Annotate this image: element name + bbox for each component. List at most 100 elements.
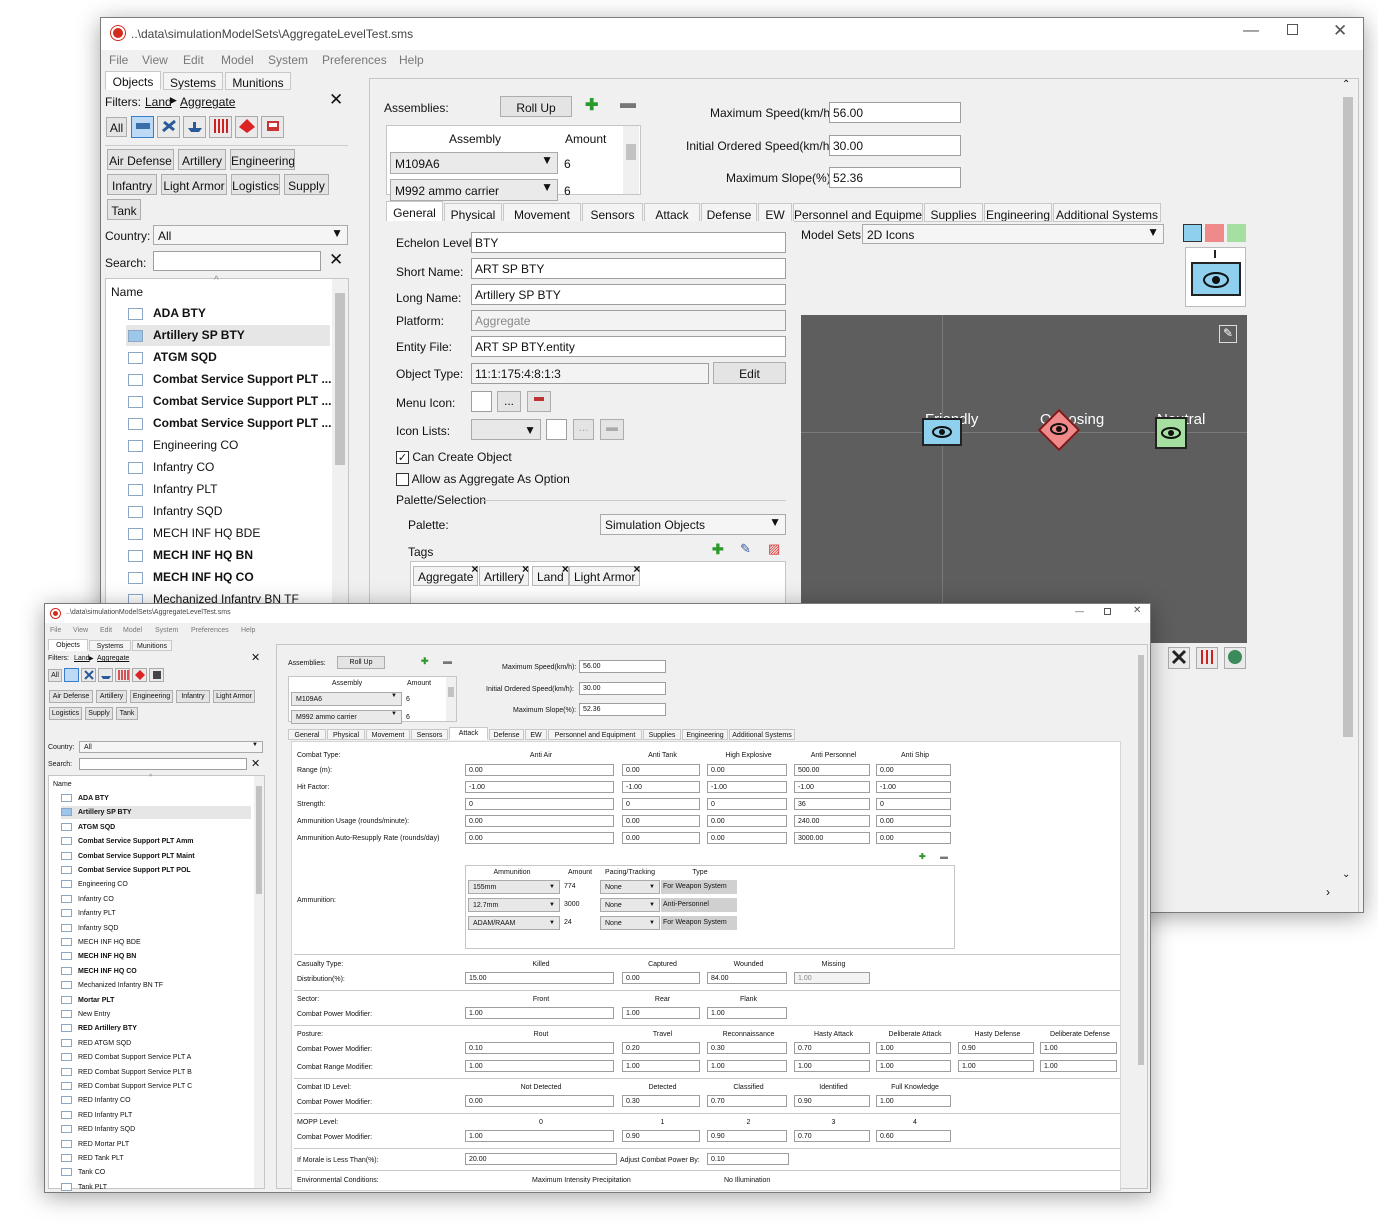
tag-chip[interactable]: Light Armor × xyxy=(569,562,641,586)
maximize-icon[interactable] xyxy=(1287,24,1298,35)
posture-power-field[interactable]: 0.20 xyxy=(622,1042,700,1054)
tools-icon[interactable] xyxy=(1168,647,1190,669)
list-item[interactable]: Tank CO xyxy=(61,1166,251,1179)
max-slope-field[interactable]: 52.36 xyxy=(579,703,666,716)
list-item[interactable]: RED Mortar PLT xyxy=(61,1138,251,1151)
distribution-field[interactable]: 0.00 xyxy=(622,972,700,984)
menu-file[interactable]: File xyxy=(50,627,61,634)
posture-power-field[interactable]: 0.90 xyxy=(958,1042,1034,1054)
crumb-aggregate[interactable]: Aggregate xyxy=(180,95,235,109)
combat-id-field[interactable]: 0.00 xyxy=(465,1095,614,1107)
list-item[interactable]: RED Combat Support Service PLT B xyxy=(61,1066,251,1079)
menu-system[interactable]: System xyxy=(155,627,178,634)
posture-range-field[interactable]: 1.00 xyxy=(794,1060,870,1072)
remove-ammunition-icon[interactable]: ▬ xyxy=(940,852,948,861)
list-item[interactable]: MECH INF HQ BDE xyxy=(126,523,330,544)
tab-movement[interactable]: Movement xyxy=(503,203,581,222)
short-name-field[interactable]: ART SP BTY xyxy=(471,258,786,279)
list-item[interactable]: Tank PLT xyxy=(61,1181,251,1192)
tab-general[interactable]: General xyxy=(288,729,326,740)
long-name-field[interactable]: Artillery SP BTY xyxy=(471,284,786,305)
list-item[interactable]: ADA BTY xyxy=(126,303,330,324)
assembly-row-select[interactable]: M992 ammo carrier ▼ xyxy=(390,179,558,201)
mopp-field[interactable]: 0.90 xyxy=(622,1130,700,1142)
tab-sensors[interactable]: Sensors xyxy=(582,203,643,222)
category-tank[interactable]: Tank xyxy=(107,199,141,220)
attack-value-field[interactable]: 36 xyxy=(794,798,870,810)
category-light-armor[interactable]: Light Armor xyxy=(161,174,227,195)
category-supply[interactable]: Supply xyxy=(284,174,329,195)
distribution-field[interactable]: 84.00 xyxy=(707,972,787,984)
initial-speed-field[interactable]: 30.00 xyxy=(829,135,961,156)
posture-power-field[interactable]: 0.30 xyxy=(707,1042,787,1054)
tab-engineering[interactable]: Engineering xyxy=(682,729,728,740)
menu-view[interactable]: View xyxy=(73,627,88,634)
attack-value-field[interactable]: -1.00 xyxy=(707,781,787,793)
attack-value-field[interactable]: 0.00 xyxy=(707,815,787,827)
category-infantry[interactable]: Infantry xyxy=(107,174,157,195)
category-logistics[interactable]: Logistics xyxy=(49,707,82,720)
attack-value-field[interactable]: 0.00 xyxy=(876,832,951,844)
icon-lists-select[interactable]: ▼ xyxy=(471,419,541,440)
attack-value-field[interactable]: 0.00 xyxy=(707,764,787,776)
menu-file[interactable]: File xyxy=(109,53,128,67)
list-item[interactable]: Infantry SQD xyxy=(61,922,251,935)
hazard-filter-icon[interactable] xyxy=(235,116,258,138)
equalizer-filter-icon[interactable] xyxy=(209,116,232,138)
list-item[interactable]: Engineering CO xyxy=(61,878,251,891)
menu-system[interactable]: System xyxy=(268,53,308,67)
list-item[interactable]: Combat Service Support PLT ... xyxy=(126,391,331,412)
air-filter-icon[interactable] xyxy=(157,116,180,138)
tab-physical[interactable]: Physical xyxy=(444,203,502,222)
units-icon[interactable] xyxy=(1196,647,1218,669)
scroll-up-icon[interactable]: ⌃ xyxy=(1342,79,1350,90)
combat-id-field[interactable]: 1.00 xyxy=(876,1095,951,1107)
add-ammunition-icon[interactable]: ✚ xyxy=(919,852,926,861)
can-create-checkbox[interactable]: ✓ xyxy=(396,451,409,465)
remove-tag-icon[interactable]: × xyxy=(471,562,478,576)
menu-model[interactable]: Model xyxy=(123,627,142,634)
roll-up-button[interactable]: Roll Up xyxy=(337,656,385,669)
adjust-power-field[interactable]: 0.10 xyxy=(707,1153,789,1165)
morale-field[interactable]: 20.00 xyxy=(465,1153,617,1165)
list-item[interactable]: Combat Service Support PLT Maint xyxy=(61,850,251,863)
category-engineering[interactable]: Engineering xyxy=(230,149,295,170)
search-input[interactable] xyxy=(153,251,321,271)
friendly-color-swatch[interactable] xyxy=(1183,224,1202,242)
filter-all-button[interactable]: All xyxy=(106,117,127,137)
list-item[interactable]: RED Infantry CO xyxy=(61,1094,251,1107)
tab-attack[interactable]: Attack xyxy=(644,203,700,222)
tab-ew[interactable]: EW xyxy=(525,729,547,740)
sector-modifier-field[interactable]: 1.00 xyxy=(707,1007,787,1019)
assembly-row-select[interactable]: M109A6 ▼ xyxy=(291,692,402,706)
posture-power-field[interactable]: 1.00 xyxy=(1040,1042,1117,1054)
list-item[interactable]: MECH INF HQ BDE xyxy=(61,936,251,949)
list-item[interactable]: Combat Service Support PLT ... xyxy=(126,369,331,390)
mopp-field[interactable]: 0.70 xyxy=(794,1130,870,1142)
list-item[interactable]: Mechanized Infantry BN TF xyxy=(61,979,251,992)
clear-search-icon[interactable]: ✕ xyxy=(251,757,260,770)
tab-defense[interactable]: Defense xyxy=(489,729,524,740)
category-light-armor[interactable]: Light Armor xyxy=(213,690,255,703)
attack-value-field[interactable]: 240.00 xyxy=(794,815,870,827)
attack-value-field[interactable]: -1.00 xyxy=(794,781,870,793)
list-item[interactable]: RED Combat Support Service PLT C xyxy=(61,1080,251,1093)
combat-id-field[interactable]: 0.30 xyxy=(622,1095,700,1107)
combat-id-field[interactable]: 0.90 xyxy=(794,1095,870,1107)
posture-power-field[interactable]: 1.00 xyxy=(876,1042,951,1054)
tab-engineering[interactable]: Engineering xyxy=(984,203,1052,222)
distribution-field[interactable]: 15.00 xyxy=(465,972,614,984)
assembly-amount[interactable]: 6 xyxy=(406,714,410,721)
remove-tag-icon[interactable]: × xyxy=(522,562,529,576)
tab-additional-systems[interactable]: Additional Systems xyxy=(729,729,795,740)
attack-value-field[interactable]: 0.00 xyxy=(622,832,700,844)
category-supply[interactable]: Supply xyxy=(85,707,113,720)
icon-lists-swatch[interactable] xyxy=(546,419,567,440)
list-item[interactable]: ATGM SQD xyxy=(126,347,330,368)
list-item[interactable]: ATGM SQD xyxy=(61,821,251,834)
category-air-defense[interactable]: Air Defense xyxy=(49,690,93,703)
sector-modifier-field[interactable]: 1.00 xyxy=(465,1007,614,1019)
hazard-filter-icon[interactable] xyxy=(132,668,147,682)
tab-personnel-and-equipment[interactable]: Personnel and Equipment xyxy=(793,203,923,222)
category-infantry[interactable]: Infantry xyxy=(176,690,210,703)
